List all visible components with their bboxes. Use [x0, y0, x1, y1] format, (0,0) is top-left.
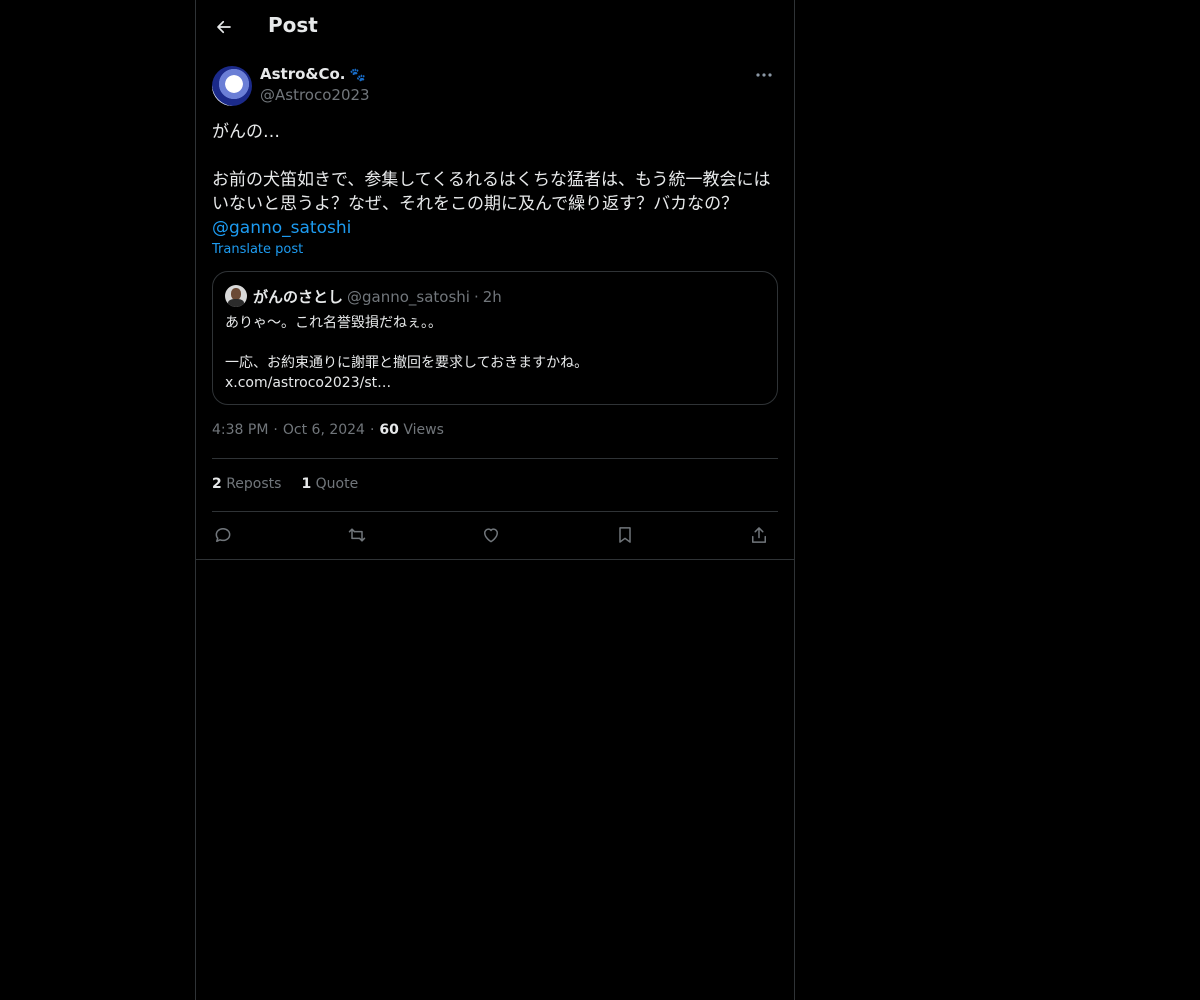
quoted-post-time: 2h — [482, 288, 502, 306]
quoted-post-header: がんのさとし @ganno_satoshi · 2h — [253, 286, 502, 307]
quoted-separator: · — [473, 288, 479, 306]
author-handle[interactable]: @Astroco2023 — [260, 86, 370, 104]
post-text: がんの… お前の犬笛如きで、参集してくるれるはくちな猛者は、もう統一教会にはいな… — [212, 122, 771, 214]
arrow-left-icon — [217, 20, 231, 34]
bookmark-icon — [619, 527, 631, 543]
page-title: Post — [268, 13, 318, 37]
paw-icon: 🐾 — [349, 68, 366, 83]
post-author: Astro&Co. 🐾 @Astroco2023 — [212, 64, 778, 108]
post-meta: 4:38 PM · Oct 6, 2024 · 60 Views — [212, 422, 444, 438]
like-button[interactable] — [478, 522, 504, 548]
author-avatar[interactable] — [212, 66, 252, 106]
quoted-author-name: がんのさとし — [253, 288, 344, 306]
translate-post-link[interactable]: Translate post — [212, 242, 303, 257]
post-header: Post — [196, 0, 794, 54]
bookmark-button[interactable] — [612, 522, 638, 548]
reply-icon — [215, 528, 231, 542]
divider — [196, 559, 794, 560]
post-date[interactable]: Oct 6, 2024 — [283, 422, 365, 438]
post-stats: 2 Reposts 1 Quote — [212, 476, 378, 492]
reply-button[interactable] — [210, 522, 236, 548]
post-body: がんの… お前の犬笛如きで、参集してくるれるはくちな猛者は、もう統一教会にはいな… — [212, 120, 778, 240]
back-button[interactable] — [210, 13, 238, 41]
repost-icon — [348, 528, 366, 542]
divider — [212, 458, 778, 459]
divider — [212, 511, 778, 512]
repost-button[interactable] — [344, 522, 370, 548]
quotes-stat[interactable]: 1 Quote — [301, 476, 358, 492]
more-horizontal-icon — [756, 73, 772, 77]
quoted-post-text: ありゃ〜。これ名誉毀損だねぇ。。 一応、お約束通りに謝罪と撤回を要求しておきます… — [225, 315, 589, 391]
post-column: Post Astro&Co. 🐾 @Astroco2023 がんの… お前の犬笛如… — [195, 0, 795, 1000]
views-label: Views — [403, 422, 444, 438]
quoted-author-avatar — [225, 285, 247, 307]
quoted-author-handle: @ganno_satoshi — [347, 288, 470, 306]
mention-link[interactable]: @ganno_satoshi — [212, 218, 351, 238]
reposts-stat[interactable]: 2 Reposts — [212, 476, 281, 492]
author-name-text: Astro&Co. — [260, 65, 346, 83]
heart-icon — [484, 528, 498, 543]
action-bar — [212, 522, 778, 548]
author-display-name[interactable]: Astro&Co. 🐾 — [260, 65, 366, 83]
views-count: 60 — [379, 422, 399, 438]
quoted-post[interactable]: がんのさとし @ganno_satoshi · 2h ありゃ〜。これ名誉毀損だねぇ。。… — [212, 271, 778, 405]
more-button[interactable] — [750, 64, 778, 86]
share-icon — [752, 527, 766, 543]
share-button[interactable] — [746, 522, 772, 548]
post-time[interactable]: 4:38 PM — [212, 422, 268, 438]
